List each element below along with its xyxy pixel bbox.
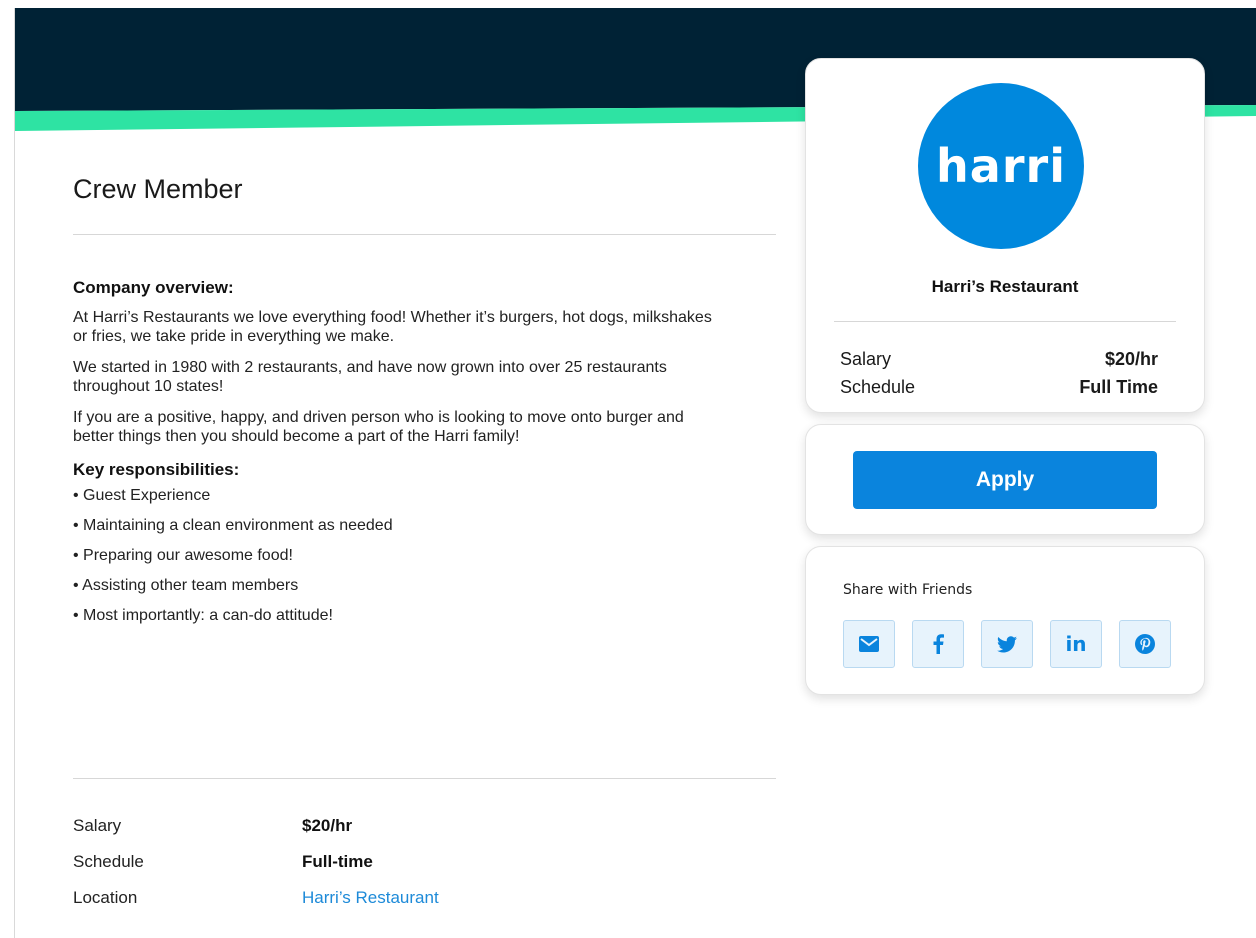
- location-link[interactable]: Harri’s Restaurant: [302, 888, 439, 908]
- salary-row: Salary $20/hr: [73, 808, 776, 844]
- responsibility-item: • Guest Experience: [73, 487, 211, 504]
- company-card-divider: [834, 321, 1176, 322]
- company-overview-heading: Company overview:: [73, 278, 234, 297]
- apply-button[interactable]: Apply: [853, 451, 1157, 509]
- responsibility-item: • Assisting other team members: [73, 577, 299, 594]
- apply-card: Apply: [805, 424, 1205, 535]
- card-schedule-row: Schedule Full Time: [840, 373, 1158, 401]
- location-label: Location: [73, 888, 138, 907]
- company-name: Harri’s Restaurant: [931, 277, 1079, 296]
- title-divider: [73, 234, 776, 235]
- job-page: Crew Member Company overview: At Harri’s…: [14, 8, 1256, 938]
- share-buttons: in: [843, 620, 1171, 668]
- overview-paragraph: At Harri’s Restaurants we love everythin…: [73, 309, 712, 345]
- share-email-button[interactable]: [843, 620, 895, 668]
- job-description: Company overview: At Harri’s Restaurants…: [73, 278, 713, 636]
- share-pinterest-button[interactable]: [1119, 620, 1171, 668]
- responsibilities-list: • Guest Experience • Maintaining a clean…: [73, 486, 713, 625]
- responsibility-item: • Most importantly: a can-do attitude!: [73, 607, 333, 624]
- facts-divider: [73, 778, 776, 779]
- linkedin-icon: in: [1065, 632, 1087, 656]
- email-icon: [859, 636, 879, 652]
- overview-paragraph: If you are a positive, happy, and driven…: [73, 409, 684, 445]
- logo-wordmark: harri: [936, 139, 1066, 193]
- card-salary-row: Salary $20/hr: [840, 345, 1158, 373]
- share-label: Share with Friends: [843, 582, 973, 598]
- share-facebook-button[interactable]: [912, 620, 964, 668]
- schedule-value: Full-time: [302, 852, 373, 871]
- schedule-row: Schedule Full-time: [73, 844, 776, 880]
- share-twitter-button[interactable]: [981, 620, 1033, 668]
- responsibility-item: • Maintaining a clean environment as nee…: [73, 517, 393, 534]
- card-salary-value: $20/hr: [1104, 349, 1158, 369]
- company-logo: harri: [918, 83, 1084, 249]
- share-card: Share with Friends in: [805, 546, 1205, 695]
- salary-value: $20/hr: [302, 816, 353, 835]
- card-schedule-value: Full Time: [1079, 377, 1158, 397]
- job-title: Crew Member: [73, 174, 243, 204]
- overview-paragraph: We started in 1980 with 2 restaurants, a…: [73, 359, 667, 395]
- share-linkedin-button[interactable]: in: [1050, 620, 1102, 668]
- company-card: harri Harri’s Restaurant Salary $20/hr S…: [805, 58, 1205, 413]
- responsibility-item: • Preparing our awesome food!: [73, 547, 293, 564]
- card-salary-label: Salary: [840, 349, 892, 369]
- job-facts: Salary $20/hr Schedule Full-time Locatio…: [73, 808, 776, 916]
- location-row: Location Harri’s Restaurant: [73, 880, 776, 916]
- company-card-facts: Salary $20/hr Schedule Full Time: [840, 345, 1158, 401]
- card-schedule-label: Schedule: [840, 377, 916, 397]
- pinterest-icon: [1135, 634, 1155, 654]
- facebook-icon: [933, 634, 944, 654]
- twitter-icon: [997, 635, 1017, 652]
- salary-label: Salary: [73, 816, 122, 835]
- schedule-label: Schedule: [73, 852, 144, 871]
- responsibilities-heading: Key responsibilities:: [73, 460, 240, 479]
